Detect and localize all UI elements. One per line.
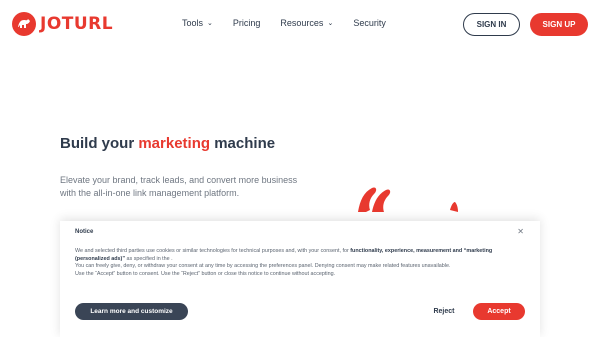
notice-paragraph-withdraw: You can freely give, deny, or withdraw y…	[75, 263, 451, 270]
cookie-notice: Notice ✕ We and selected third parties u…	[60, 221, 540, 337]
hero-title-start: Build your	[60, 135, 139, 152]
sign-up-button[interactable]: SIGN UP	[530, 13, 588, 36]
nav-item-label: Tools	[182, 18, 204, 28]
notice-title: Notice	[75, 229, 94, 235]
hero-title-end: machine	[210, 135, 276, 152]
nav-item-label: Resources	[280, 18, 324, 28]
reject-button[interactable]: Reject	[428, 303, 460, 320]
notice-text: We and selected third parties use cookie…	[75, 248, 351, 254]
close-icon[interactable]: ✕	[517, 227, 524, 236]
nav-item-resources[interactable]: Resources ⌄	[280, 18, 333, 28]
nav-item-tools[interactable]: Tools ⌄	[182, 18, 213, 28]
chevron-down-icon: ⌄	[207, 20, 213, 27]
hero-subtitle: Elevate your brand, track leads, and con…	[60, 175, 298, 198]
nav-item-label: Security	[353, 18, 386, 28]
notice-body: We and selected third parties use cookie…	[75, 248, 515, 278]
notice-paragraph-consent: We and selected third parties use cookie…	[75, 248, 515, 263]
logo[interactable]: JOTURL	[12, 12, 113, 36]
nav-item-label: Pricing	[232, 18, 261, 28]
logo-mark-icon	[12, 12, 36, 36]
accept-button[interactable]: Accept	[473, 303, 525, 320]
sign-in-button[interactable]: SIGN IN	[463, 13, 520, 36]
notice-text: as specified in the .	[125, 255, 173, 262]
hero-title-accent: marketing	[138, 135, 211, 152]
notice-paragraph-buttons: Use the “Accept” button to consent. Use …	[75, 270, 336, 277]
nav-item-security[interactable]: Security	[353, 18, 386, 28]
nav-item-pricing[interactable]: Pricing	[233, 18, 261, 28]
main-nav: Tools ⌄ Pricing Resources ⌄ Security	[182, 18, 406, 28]
logo-text: JOTURL	[40, 14, 114, 34]
site-header: JOTURL Tools ⌄ Pricing Resources ⌄ Secur…	[0, 0, 600, 50]
hero-title: Build your marketing machine	[60, 135, 275, 152]
chevron-down-icon: ⌄	[327, 20, 334, 27]
learn-more-button[interactable]: Learn more and customize	[75, 303, 188, 320]
